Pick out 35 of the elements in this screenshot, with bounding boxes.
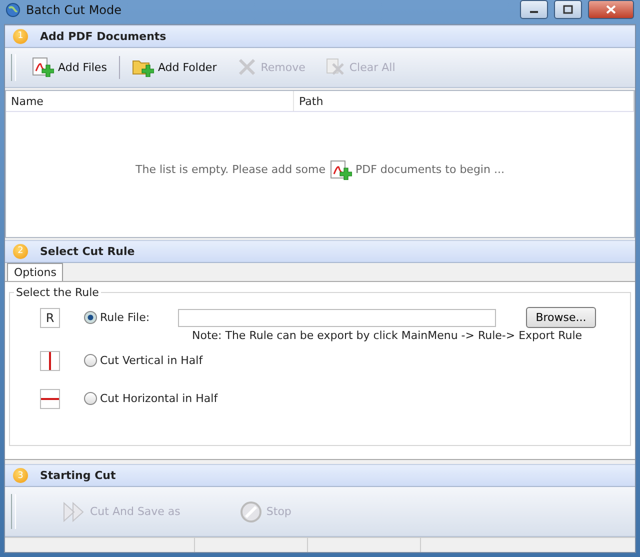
step-badge: 2: [13, 244, 28, 259]
vertical-cut-icon: [40, 350, 60, 371]
pdf-add-icon: [330, 160, 352, 180]
close-icon: [606, 5, 616, 14]
maximize-button[interactable]: [554, 0, 582, 19]
column-header[interactable]: Path: [294, 91, 634, 112]
step-badge: 1: [13, 28, 28, 44]
toolbar-button[interactable]: Add Files: [24, 54, 115, 80]
empty-message: PDF documents to begin ...: [356, 163, 504, 176]
minimize-button[interactable]: [520, 0, 548, 19]
horizontal-cut-icon: [40, 388, 60, 409]
radio-option[interactable]: Rule File:: [84, 311, 174, 324]
empty-message: The list is empty. Please add some: [136, 163, 326, 176]
browse-button[interactable]: Browse...: [526, 307, 596, 328]
section-title: Starting Cut: [40, 469, 116, 482]
maximize-icon: [563, 5, 573, 14]
toolbar-button[interactable]: Add Folder: [124, 54, 225, 80]
tab[interactable]: Options: [7, 262, 64, 281]
section-title: Select Cut Rule: [40, 244, 135, 258]
cross-icon: [236, 58, 257, 76]
pdf-add-icon: [32, 57, 54, 78]
rule-file-field[interactable]: [178, 308, 496, 327]
section-title: Add PDF Documents: [40, 30, 166, 43]
forward-icon: [62, 500, 86, 523]
column-header[interactable]: Name: [6, 91, 294, 112]
note-text: Note: The Rule can be export by click MainMenu -> Rule-> Export Rule: [192, 328, 584, 342]
step-badge: 3: [13, 468, 28, 484]
group-title: Select the Rule: [15, 286, 100, 299]
window-title: Batch Cut Mode: [26, 3, 123, 17]
stop-icon: [240, 500, 262, 523]
close-button[interactable]: [588, 0, 634, 19]
radio-option[interactable]: Cut Vertical in Half: [84, 354, 203, 368]
globe-icon: [6, 3, 20, 17]
clear-icon: [325, 58, 346, 76]
radio-option[interactable]: Cut Horizontal in Half: [84, 392, 218, 406]
